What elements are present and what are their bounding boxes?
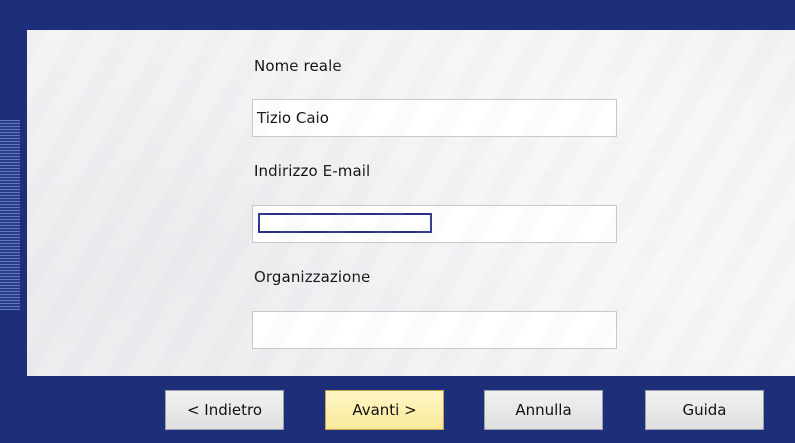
real-name-label: Nome reale [254,57,342,75]
back-button[interactable]: < Indietro [165,390,284,430]
email-focus-ring [258,213,432,233]
email-label: Indirizzo E-mail [254,162,371,180]
real-name-value: Tizio Caio [257,109,329,127]
help-button[interactable]: Guida [645,390,764,430]
email-field[interactable] [252,205,617,243]
next-button[interactable]: Avanti > [325,390,444,430]
organization-field[interactable] [252,311,617,349]
organization-label: Organizzazione [254,268,371,286]
window-top-band [0,0,795,30]
cancel-button[interactable]: Annulla [484,390,603,430]
wizard-content-panel: Nome reale Tizio Caio Indirizzo E-mail O… [27,30,795,376]
strip-texture [0,120,20,310]
real-name-field[interactable]: Tizio Caio [252,99,617,137]
